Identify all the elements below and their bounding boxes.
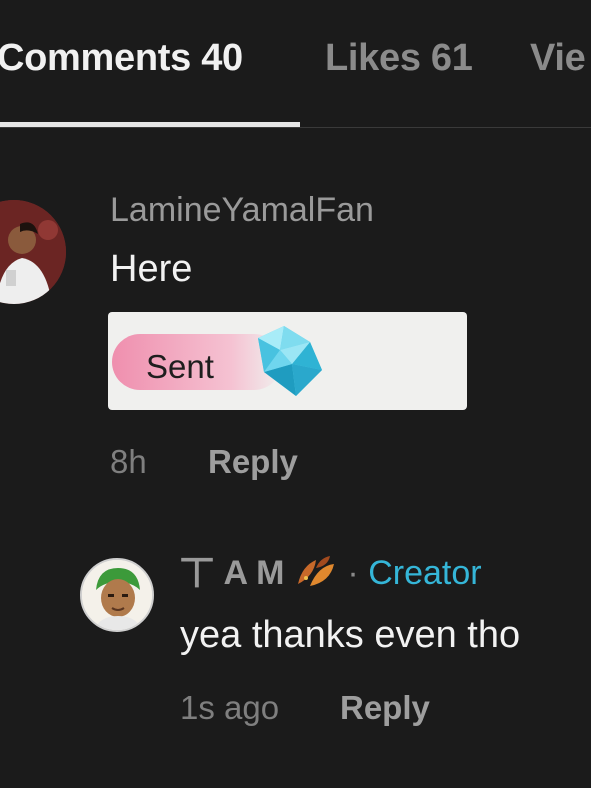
avatar[interactable] [0, 200, 66, 304]
gift-card[interactable]: Sent [108, 312, 467, 410]
reply-timestamp: 1s ago [180, 689, 280, 726]
comment-timestamp: 8h [110, 443, 147, 480]
tab-bar: Comments 40 Likes 61 Vie [0, 0, 591, 128]
diamond-icon [258, 326, 322, 396]
tab-likes[interactable]: Likes 61 [325, 34, 473, 82]
gift-label: Sent [146, 348, 214, 385]
autumn-leaves-icon [297, 556, 334, 586]
tab-comments[interactable]: Comments 40 [0, 34, 243, 82]
comment-text: Here [110, 248, 193, 290]
avatar-cartoon-icon [82, 560, 152, 630]
avatar[interactable] [80, 558, 154, 632]
separator-dot: · [347, 554, 359, 592]
reply-button[interactable]: Reply [208, 442, 298, 482]
tab-views[interactable]: Vie [530, 34, 586, 82]
reply-button[interactable]: Reply [340, 688, 430, 728]
creator-badge: Creator [368, 554, 482, 592]
comment-username[interactable]: LamineYamalFan [110, 190, 374, 230]
reply-username[interactable]: 丅 A M [180, 554, 285, 592]
reply-username-row: 丅 A M · Creator [180, 552, 482, 594]
reply-text: yea thanks even tho [180, 614, 521, 656]
active-tab-indicator [0, 122, 300, 127]
avatar-photo-icon [0, 200, 66, 304]
comments-panel: Comments 40 Likes 61 Vie LamineYamalFan … [0, 0, 591, 788]
